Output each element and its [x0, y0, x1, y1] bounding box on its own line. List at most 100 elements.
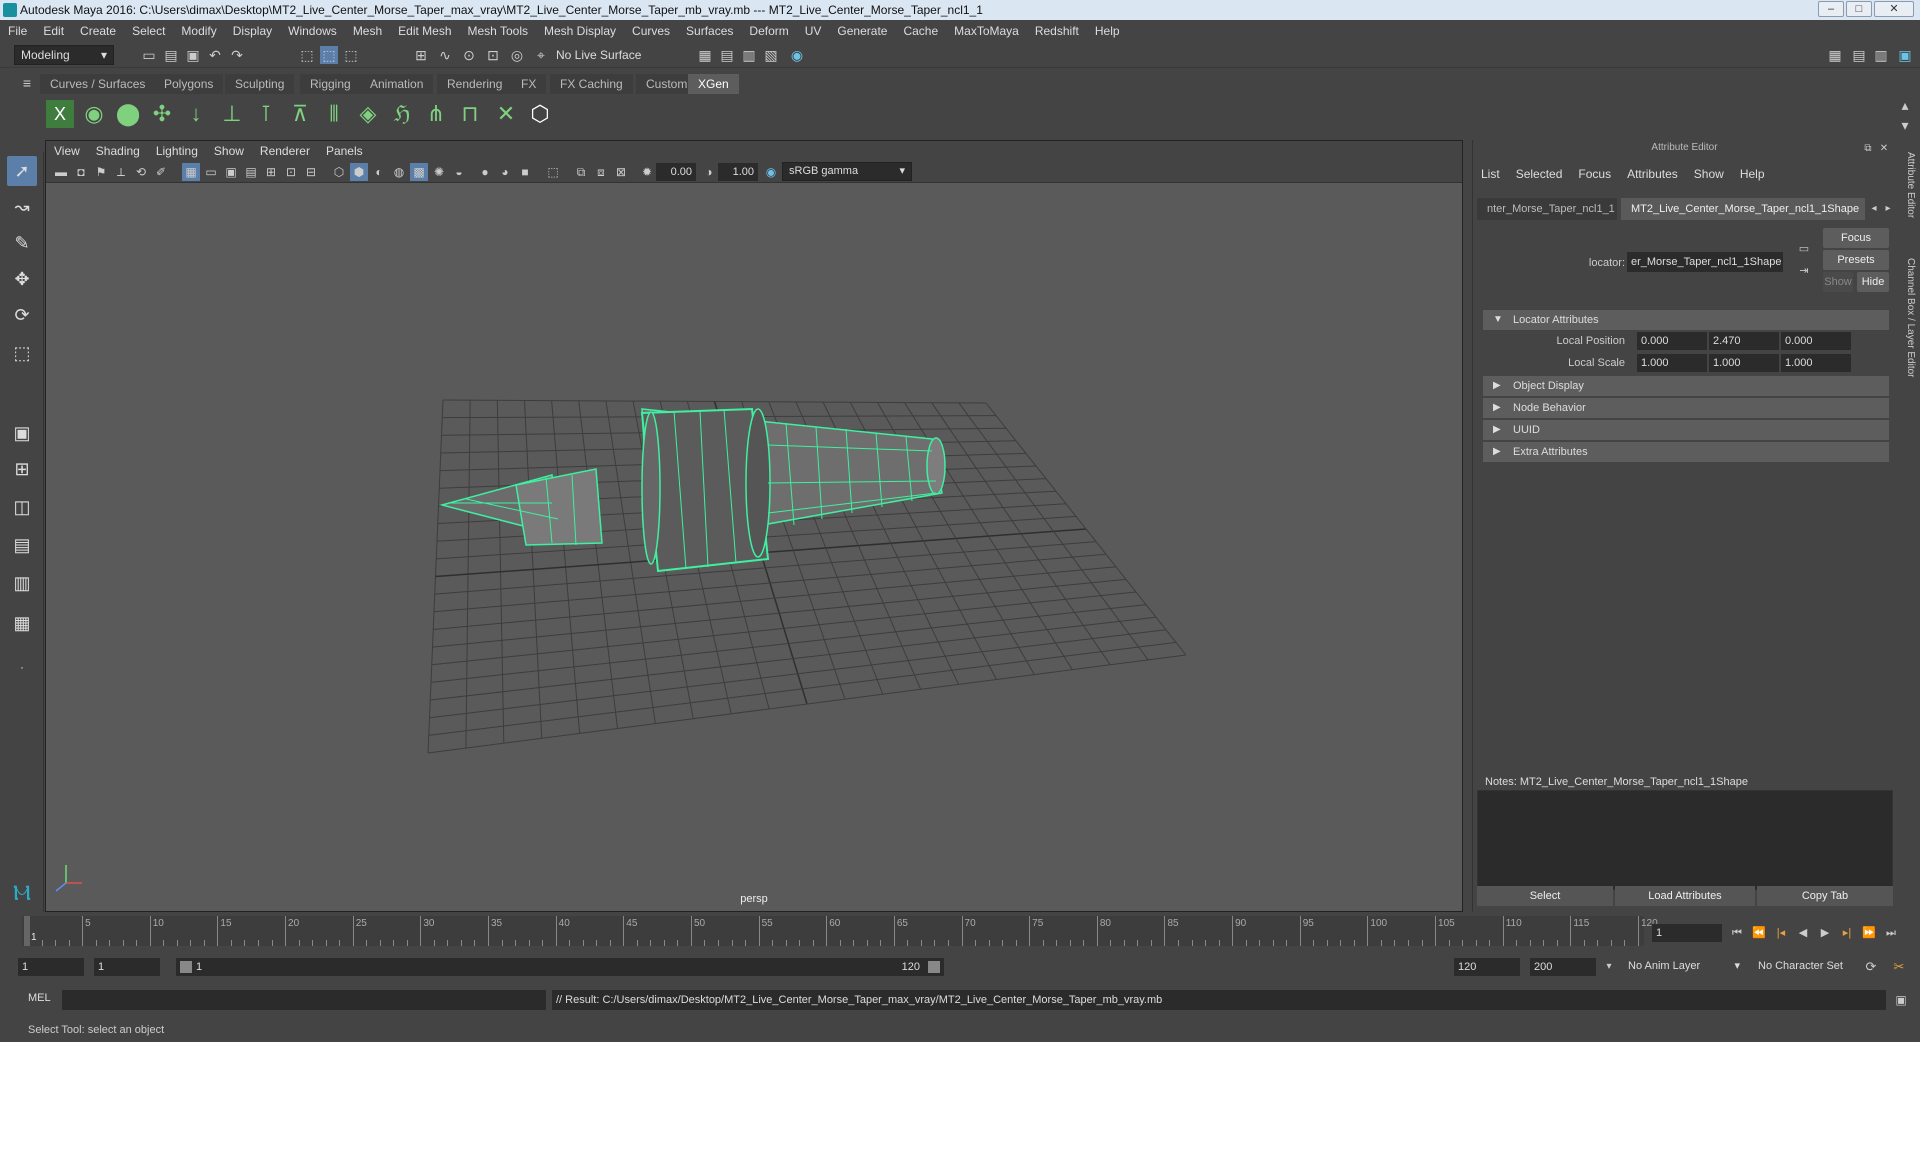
menu-maxtomaya[interactable]: MaxToMaya — [946, 20, 1027, 42]
attr-menu-selected[interactable]: Selected — [1508, 164, 1571, 184]
gamma-icon[interactable]: ◑ — [700, 163, 718, 181]
xray-icon[interactable]: ⧉ — [572, 163, 590, 181]
snap-grid-icon[interactable]: ⊞ — [412, 46, 430, 64]
menu-surfaces[interactable]: Surfaces — [678, 20, 741, 42]
xgen-place-guides-icon[interactable]: ✣ — [148, 100, 176, 128]
wireframe-on-shaded-icon[interactable]: ◍ — [390, 163, 408, 181]
color-management-icon[interactable]: ◉ — [762, 163, 780, 181]
move-tool-icon[interactable]: ✥ — [7, 264, 37, 294]
character-set-dropdown[interactable]: No Character Set — [1752, 957, 1864, 977]
section-extra-attributes[interactable]: ▶ Extra Attributes — [1483, 442, 1889, 462]
script-language-label[interactable]: MEL — [28, 992, 51, 1004]
field-chart-icon[interactable]: ⊞ — [262, 163, 280, 181]
animation-start-field[interactable]: 1 — [18, 958, 84, 976]
menu-uv[interactable]: UV — [797, 20, 830, 42]
node-name-field[interactable]: er_Morse_Taper_ncl1_1Shape — [1627, 252, 1783, 272]
play-backwards-icon[interactable]: ◀ — [1794, 924, 1812, 942]
menu-windows[interactable]: Windows — [280, 20, 345, 42]
live-surface-label[interactable]: No Live Surface — [556, 48, 641, 62]
menu-help[interactable]: Help — [1087, 20, 1128, 42]
isolate-select-icon[interactable]: ⬚ — [544, 163, 562, 181]
menu-mesh-tools[interactable]: Mesh Tools — [460, 20, 536, 42]
exposure-field[interactable]: 0.00 — [656, 163, 696, 181]
range-start-handle[interactable] — [180, 961, 192, 973]
modeling-toolkit-icon[interactable]: ▦ — [1826, 46, 1844, 64]
xgen-preview-icon[interactable]: ◉ — [80, 100, 108, 128]
menu-redshift[interactable]: Redshift — [1027, 20, 1087, 42]
go-to-start-icon[interactable]: ⏮ — [1728, 924, 1746, 942]
xgen-editor-icon[interactable]: X — [46, 100, 74, 128]
rotate-tool-icon[interactable]: ⟳ — [7, 300, 37, 330]
copy-tab-button[interactable]: Copy Tab — [1757, 886, 1893, 906]
shelf-tab-rigging[interactable]: Rigging — [300, 74, 361, 94]
safe-action-icon[interactable]: ⊡ — [282, 163, 300, 181]
attr-menu-show[interactable]: Show — [1686, 164, 1732, 184]
step-forward-key-icon[interactable]: ⏩ — [1860, 924, 1878, 942]
xgen-delete-icon[interactable]: ✕ — [492, 100, 520, 128]
snap-point-icon[interactable]: ⊙ — [460, 46, 478, 64]
grease-pencil-icon[interactable]: ✐ — [152, 163, 170, 181]
camera-attributes-icon[interactable]: ◘ — [72, 163, 90, 181]
menu-generate[interactable]: Generate — [829, 20, 895, 42]
tab-transform-node[interactable]: nter_Morse_Taper_ncl1_1 — [1477, 198, 1617, 220]
xgen-layer-icon[interactable]: ◈ — [354, 100, 382, 128]
select-component-icon[interactable]: ⬚ — [342, 46, 360, 64]
graph-editor-layout-icon[interactable]: ▥ — [7, 568, 37, 598]
menu-curves[interactable]: Curves — [624, 20, 678, 42]
menu-display[interactable]: Display — [225, 20, 280, 42]
shelf-tab-animation[interactable]: Animation — [360, 74, 434, 94]
hide-button[interactable]: Hide — [1857, 272, 1889, 292]
load-attributes-button[interactable]: Load Attributes — [1615, 886, 1755, 906]
shelf-tab-sculpting[interactable]: Sculpting — [225, 74, 295, 94]
lasso-tool-icon[interactable]: ↝ — [7, 192, 37, 222]
xgen-sculpt-guide-icon[interactable]: ⊺ — [252, 100, 280, 128]
play-forwards-icon[interactable]: ▶ — [1816, 924, 1834, 942]
gate-mask-icon[interactable]: ▤ — [242, 163, 260, 181]
side-tab-attribute-editor[interactable]: Attribute Editor — [1905, 152, 1916, 218]
snap-view-icon[interactable]: ⊡ — [484, 46, 502, 64]
menu-file[interactable]: File — [0, 20, 35, 42]
new-scene-icon[interactable]: ▭ — [140, 46, 158, 64]
menu-mesh-display[interactable]: Mesh Display — [536, 20, 624, 42]
playback-end-field[interactable]: 120 — [1454, 958, 1520, 976]
xgen-interactive-groom-icon[interactable]: ⬡ — [526, 100, 554, 128]
viewport-menu-lighting[interactable]: Lighting — [148, 141, 206, 161]
shelf-tab-curves-surfaces[interactable]: Curves / Surfaces — [40, 74, 156, 94]
local-position-z[interactable]: 0.000 — [1781, 332, 1851, 350]
minimize-button[interactable]: – — [1818, 1, 1844, 17]
grid-toggle-icon[interactable]: ▦ — [182, 163, 200, 181]
shelf-tab-polygons[interactable]: Polygons — [154, 74, 224, 94]
menu-edit[interactable]: Edit — [35, 20, 72, 42]
attr-menu-help[interactable]: Help — [1732, 164, 1773, 184]
close-button[interactable]: ✕ — [1874, 1, 1914, 17]
maximize-button[interactable]: □ — [1846, 1, 1872, 17]
safe-title-icon[interactable]: ⊟ — [302, 163, 320, 181]
2d-pan-icon[interactable]: ⟲ — [132, 163, 150, 181]
viewport-menu-renderer[interactable]: Renderer — [252, 141, 318, 161]
exposure-icon[interactable]: ✹ — [638, 163, 656, 181]
attr-menu-list[interactable]: List — [1473, 164, 1508, 184]
xgen-add-guide-icon[interactable]: ↓ — [182, 100, 210, 128]
xgen-bend-guide-icon[interactable]: ⫴ — [320, 100, 348, 128]
side-tab-channel-box[interactable]: Channel Box / Layer Editor — [1905, 258, 1916, 378]
script-editor-icon[interactable]: ▣ — [1892, 991, 1910, 1009]
shelf-tab-rendering[interactable]: Rendering — [437, 74, 513, 94]
shadows-icon[interactable]: ◒ — [450, 163, 468, 181]
select-hierarchy-icon[interactable]: ⬚ — [298, 46, 316, 64]
animation-preferences-icon[interactable]: ✂ — [1890, 958, 1908, 976]
range-bar[interactable]: 1 120 — [176, 958, 944, 976]
channel-box-toggle-icon[interactable]: ▣ — [1896, 46, 1914, 64]
local-scale-z[interactable]: 1.000 — [1781, 354, 1851, 372]
side-by-side-layout-icon[interactable]: ◫ — [7, 492, 37, 522]
local-scale-x[interactable]: 1.000 — [1637, 354, 1707, 372]
step-back-frame-icon[interactable]: |◂ — [1772, 924, 1790, 942]
hypershade-icon[interactable]: ◉ — [788, 46, 806, 64]
motion-blur-icon[interactable]: ◕ — [496, 163, 514, 181]
select-tool-icon[interactable]: ➚ — [7, 156, 37, 186]
xgen-comb-icon[interactable]: ℌ — [388, 100, 416, 128]
shelf-tab-fx[interactable]: FX — [511, 74, 547, 94]
save-scene-icon[interactable]: ▣ — [184, 46, 202, 64]
menu-select[interactable]: Select — [124, 20, 173, 42]
paint-select-tool-icon[interactable]: ✎ — [7, 228, 37, 258]
bookmark-icon[interactable]: ⚑ — [92, 163, 110, 181]
